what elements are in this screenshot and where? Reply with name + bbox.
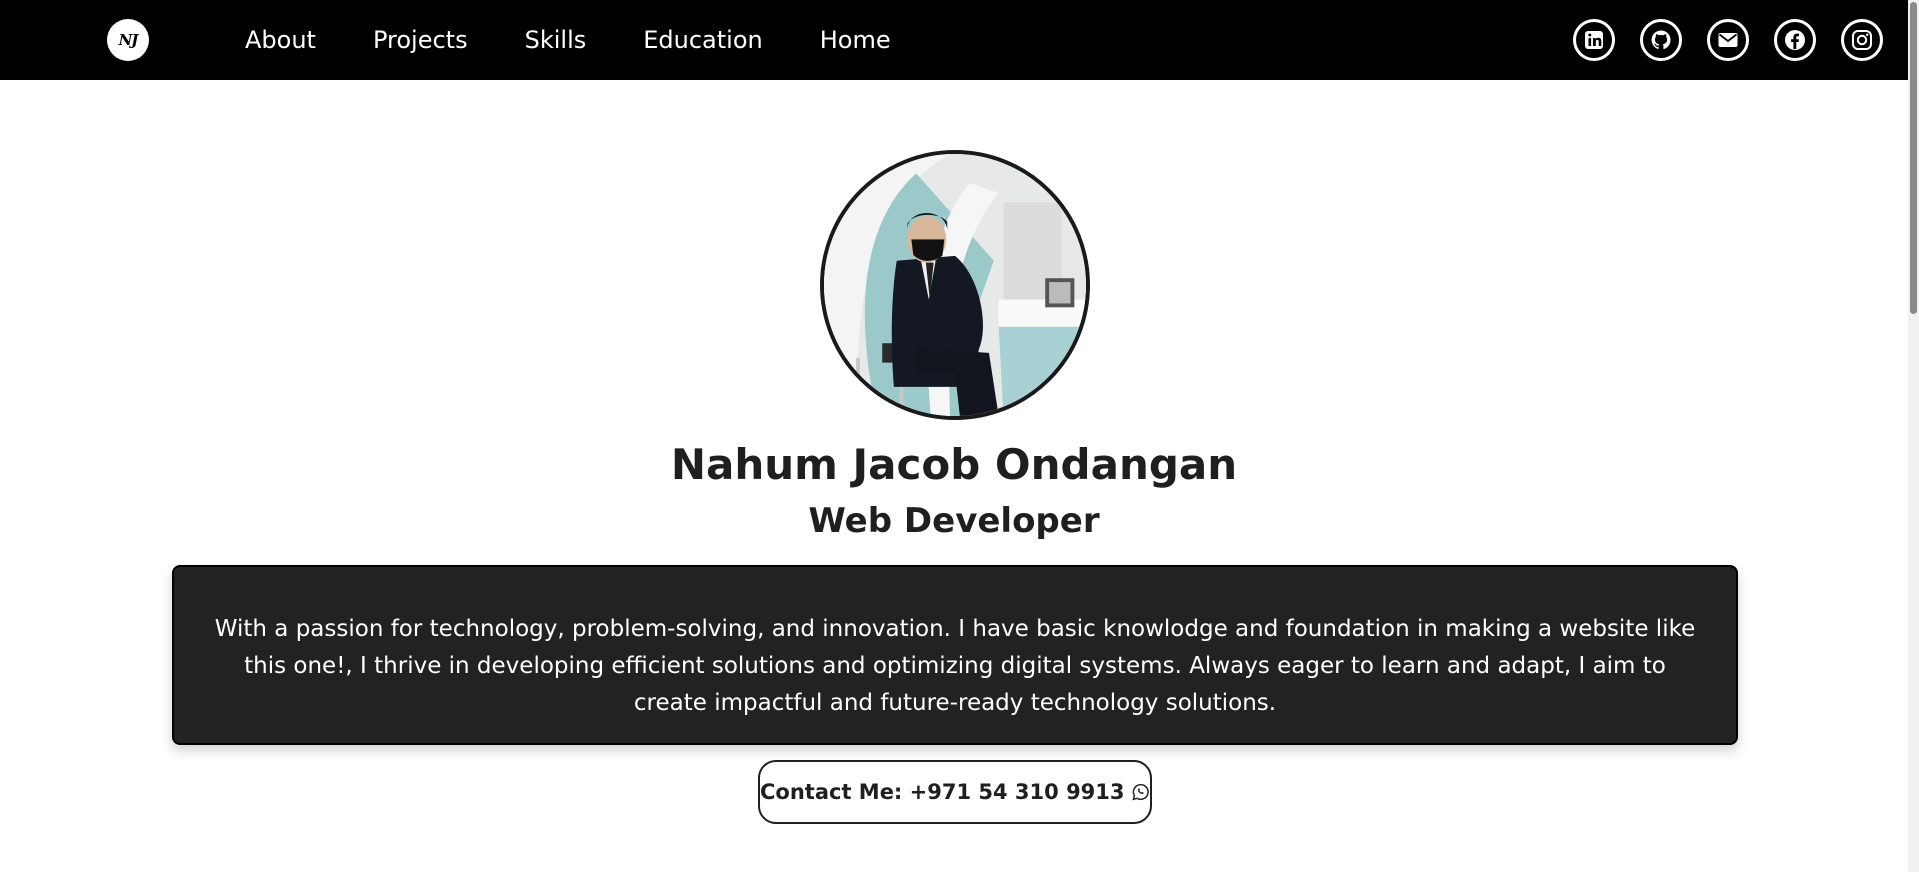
instagram-icon[interactable] [1841,19,1883,61]
nav-link-home[interactable]: Home [820,26,891,54]
nav-link-skills[interactable]: Skills [525,26,587,54]
bio-text: With a passion for technology, problem-s… [214,616,1696,716]
whatsapp-icon [1131,783,1149,801]
top-navbar: NJ About Projects Skills Education Home [0,0,1908,80]
site-logo[interactable]: NJ [107,19,149,61]
mail-icon[interactable] [1707,19,1749,61]
profile-photo [820,150,1090,420]
profile-role: Web Developer [808,501,1100,541]
bio-card: With a passion for technology, problem-s… [172,565,1738,745]
github-icon[interactable] [1640,19,1682,61]
contact-button[interactable]: Contact Me: +971 54 310 9913 [758,760,1152,824]
nav-links: About Projects Skills Education Home [245,0,948,80]
linkedin-icon[interactable] [1573,19,1615,61]
nav-link-education[interactable]: Education [643,26,762,54]
page-scrollbar[interactable] [1908,0,1919,872]
nav-link-projects[interactable]: Projects [373,26,468,54]
contact-label: Contact Me: +971 54 310 9913 [760,780,1125,804]
social-links [1548,19,1883,61]
scrollbar-thumb[interactable] [1910,2,1917,314]
facebook-icon[interactable] [1774,19,1816,61]
nav-link-about[interactable]: About [245,26,316,54]
profile-name: Nahum Jacob Ondangan [670,440,1238,489]
